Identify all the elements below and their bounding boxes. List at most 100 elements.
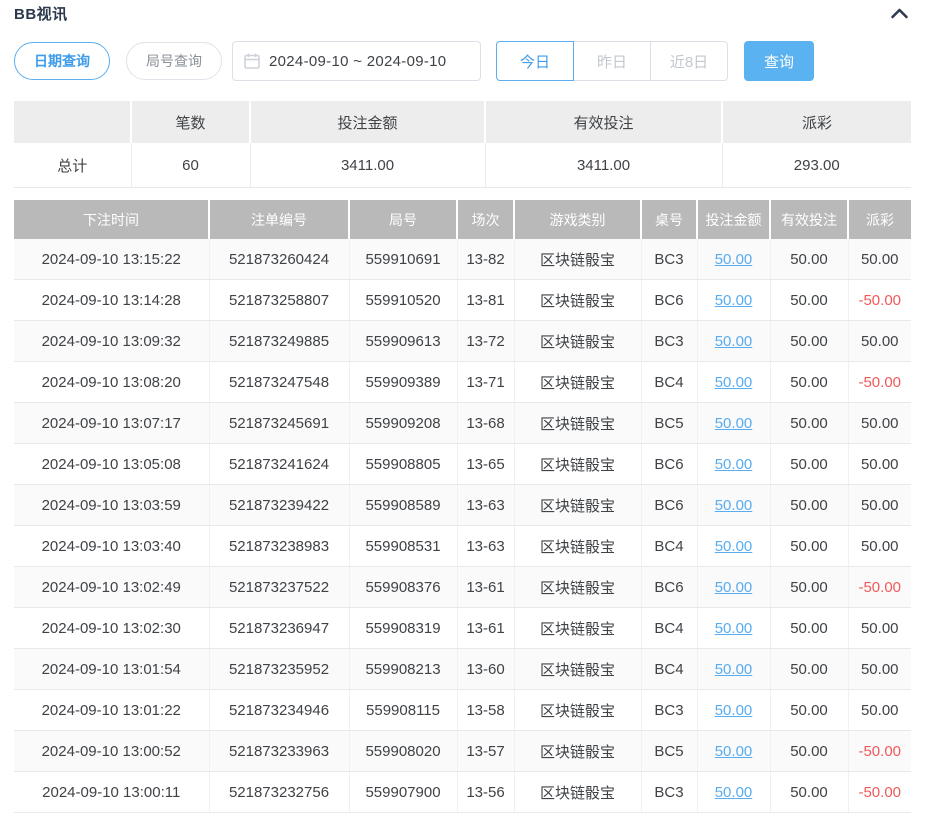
table-row: 2024-09-10 13:00:11521873232756559907900… bbox=[14, 772, 911, 813]
payout-cell: 50.00 bbox=[848, 526, 911, 567]
valid-bet-cell: 50.00 bbox=[770, 772, 848, 813]
game-type-cell: 区块链骰宝 bbox=[514, 567, 641, 608]
date-query-tab[interactable]: 日期查询 bbox=[14, 42, 110, 80]
game-type-cell: 区块链骰宝 bbox=[514, 608, 641, 649]
bet-amount-cell: 50.00 bbox=[697, 608, 770, 649]
last8days-button[interactable]: 近8日 bbox=[650, 41, 728, 81]
valid-bet-cell: 50.00 bbox=[770, 526, 848, 567]
valid-bet-cell: 50.00 bbox=[770, 690, 848, 731]
date-range-value: 2024-09-10 ~ 2024-09-10 bbox=[269, 53, 446, 70]
table-header-row: 下注时间注单编号局号场次游戏类别桌号投注金额有效投注派彩 bbox=[14, 200, 911, 239]
bet-amount-link[interactable]: 50.00 bbox=[715, 743, 753, 760]
bet-amount-cell: 50.00 bbox=[697, 567, 770, 608]
table-number-cell: BC6 bbox=[641, 444, 697, 485]
order-number-cell: 521873234946 bbox=[209, 690, 349, 731]
payout-cell: 50.00 bbox=[848, 690, 911, 731]
game-type-cell: 区块链骰宝 bbox=[514, 403, 641, 444]
round-number-cell: 559908115 bbox=[349, 690, 457, 731]
table-row: 2024-09-10 13:03:40521873238983559908531… bbox=[14, 526, 911, 567]
table-number-cell: BC3 bbox=[641, 321, 697, 362]
bet-time-cell: 2024-09-10 13:03:40 bbox=[14, 526, 209, 567]
bet-amount-link[interactable]: 50.00 bbox=[715, 784, 753, 801]
game-type-cell: 区块链骰宝 bbox=[514, 239, 641, 280]
bet-amount-link[interactable]: 50.00 bbox=[715, 292, 753, 309]
collapse-button[interactable] bbox=[888, 6, 911, 21]
bet-amount-link[interactable]: 50.00 bbox=[715, 251, 753, 268]
bet-amount-link[interactable]: 50.00 bbox=[715, 456, 753, 473]
bet-amount-link[interactable]: 50.00 bbox=[715, 702, 753, 719]
table-row: 2024-09-10 13:08:20521873247548559909389… bbox=[14, 362, 911, 403]
payout-cell: 50.00 bbox=[848, 444, 911, 485]
summary-header-count: 笔数 bbox=[131, 101, 250, 143]
session-cell: 13-58 bbox=[457, 690, 514, 731]
payout-cell: -50.00 bbox=[848, 567, 911, 608]
game-type-cell: 区块链骰宝 bbox=[514, 649, 641, 690]
bet-time-cell: 2024-09-10 13:01:22 bbox=[14, 690, 209, 731]
order-number-cell: 521873239422 bbox=[209, 485, 349, 526]
bet-amount-cell: 50.00 bbox=[697, 321, 770, 362]
bet-amount-link[interactable]: 50.00 bbox=[715, 538, 753, 555]
table-row: 2024-09-10 13:09:32521873249885559909613… bbox=[14, 321, 911, 362]
bet-amount-cell: 50.00 bbox=[697, 403, 770, 444]
round-number-cell: 559909208 bbox=[349, 403, 457, 444]
bet-amount-cell: 50.00 bbox=[697, 239, 770, 280]
chevron-up-icon bbox=[890, 7, 909, 22]
valid-bet-cell: 50.00 bbox=[770, 567, 848, 608]
bet-amount-cell: 50.00 bbox=[697, 444, 770, 485]
round-query-tab[interactable]: 局号查询 bbox=[126, 42, 222, 80]
bet-amount-header: 投注金额 bbox=[697, 200, 770, 239]
summary-header-row: 笔数 投注金额 有效投注 派彩 bbox=[14, 101, 911, 143]
bet-time-cell: 2024-09-10 13:09:32 bbox=[14, 321, 209, 362]
bet-time-cell: 2024-09-10 13:00:52 bbox=[14, 731, 209, 772]
filter-bar: 日期查询 局号查询 2024-09-10 ~ 2024-09-10 今日昨日近8… bbox=[14, 41, 911, 81]
round-number-cell: 559908805 bbox=[349, 444, 457, 485]
order-number-cell: 521873238983 bbox=[209, 526, 349, 567]
table-number-cell: BC3 bbox=[641, 772, 697, 813]
table-number-cell: BC4 bbox=[641, 649, 697, 690]
bet-amount-link[interactable]: 50.00 bbox=[715, 620, 753, 637]
table-number-cell: BC5 bbox=[641, 403, 697, 444]
payout-cell: 50.00 bbox=[848, 608, 911, 649]
order-number-cell: 521873249885 bbox=[209, 321, 349, 362]
table-row: 2024-09-10 13:01:22521873234946559908115… bbox=[14, 690, 911, 731]
quick-buttons: 今日昨日近8日 bbox=[496, 41, 728, 81]
bet-amount-link[interactable]: 50.00 bbox=[715, 333, 753, 350]
session-cell: 13-61 bbox=[457, 567, 514, 608]
today-button[interactable]: 今日 bbox=[496, 41, 574, 81]
order-number-header: 注单编号 bbox=[209, 200, 349, 239]
table-number-cell: BC6 bbox=[641, 485, 697, 526]
payout-cell: -50.00 bbox=[848, 772, 911, 813]
summary-total-count: 60 bbox=[131, 143, 250, 188]
round-number-header: 局号 bbox=[349, 200, 457, 239]
valid-bet-header: 有效投注 bbox=[770, 200, 848, 239]
game-type-cell: 区块链骰宝 bbox=[514, 772, 641, 813]
session-cell: 13-60 bbox=[457, 649, 514, 690]
table-number-cell: BC4 bbox=[641, 362, 697, 403]
date-range-input[interactable]: 2024-09-10 ~ 2024-09-10 bbox=[232, 41, 481, 81]
bet-amount-link[interactable]: 50.00 bbox=[715, 374, 753, 391]
game-type-cell: 区块链骰宝 bbox=[514, 362, 641, 403]
order-number-cell: 521873241624 bbox=[209, 444, 349, 485]
round-number-cell: 559908589 bbox=[349, 485, 457, 526]
order-number-cell: 521873260424 bbox=[209, 239, 349, 280]
order-number-cell: 521873247548 bbox=[209, 362, 349, 403]
table-row: 2024-09-10 13:02:30521873236947559908319… bbox=[14, 608, 911, 649]
search-button[interactable]: 查询 bbox=[744, 41, 814, 81]
round-number-cell: 559908020 bbox=[349, 731, 457, 772]
bet-time-header: 下注时间 bbox=[14, 200, 209, 239]
bet-amount-cell: 50.00 bbox=[697, 280, 770, 321]
valid-bet-cell: 50.00 bbox=[770, 403, 848, 444]
bet-amount-link[interactable]: 50.00 bbox=[715, 579, 753, 596]
bet-amount-link[interactable]: 50.00 bbox=[715, 497, 753, 514]
calendar-icon bbox=[244, 53, 260, 69]
round-number-cell: 559909613 bbox=[349, 321, 457, 362]
valid-bet-cell: 50.00 bbox=[770, 444, 848, 485]
session-cell: 13-63 bbox=[457, 485, 514, 526]
bet-amount-link[interactable]: 50.00 bbox=[715, 661, 753, 678]
valid-bet-cell: 50.00 bbox=[770, 608, 848, 649]
bet-amount-link[interactable]: 50.00 bbox=[715, 415, 753, 432]
payout-cell: -50.00 bbox=[848, 280, 911, 321]
yesterday-button[interactable]: 昨日 bbox=[573, 41, 651, 81]
session-cell: 13-72 bbox=[457, 321, 514, 362]
records-body: 2024-09-10 13:15:22521873260424559910691… bbox=[14, 239, 911, 813]
